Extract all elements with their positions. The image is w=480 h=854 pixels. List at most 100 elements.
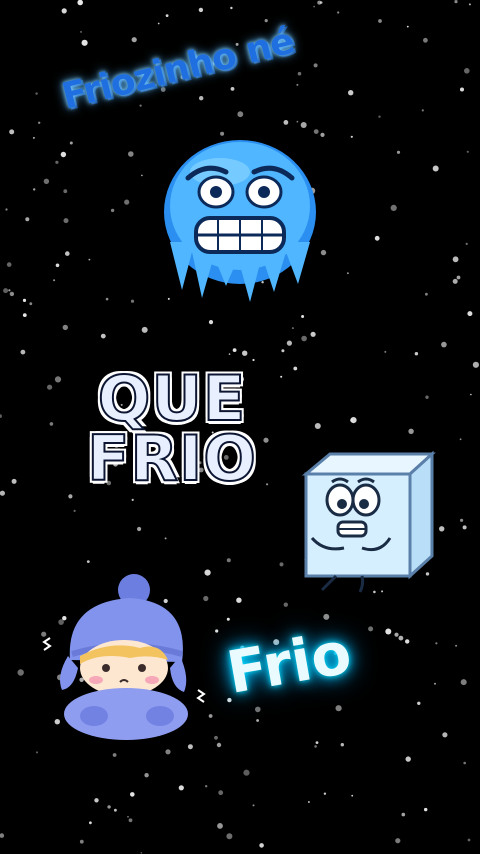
snowflake — [80, 30, 82, 33]
snowflake — [259, 843, 264, 848]
snowflake — [283, 120, 289, 125]
snowflake — [320, 132, 325, 137]
snowflake — [320, 249, 327, 256]
snowflake — [130, 792, 135, 797]
snowflake — [462, 525, 467, 530]
snowflake — [468, 3, 471, 6]
snowflake — [68, 494, 73, 499]
snowflake — [164, 537, 167, 540]
snowflake — [441, 341, 447, 348]
snowflake — [236, 597, 242, 603]
snowflake — [230, 6, 233, 10]
snowflake — [464, 68, 470, 74]
snowflake — [254, 706, 261, 713]
snowflake — [237, 111, 244, 118]
snowflake — [280, 375, 283, 378]
snowflake — [230, 87, 235, 91]
snowflake — [3, 288, 9, 294]
snowflake — [263, 437, 269, 443]
snowflake — [53, 279, 56, 282]
snowflake — [396, 150, 401, 154]
snowflake — [472, 361, 479, 368]
snowflake — [163, 598, 168, 604]
snowflake — [216, 742, 222, 748]
snowflake — [141, 174, 143, 177]
snowflake — [373, 590, 376, 594]
snowflake — [33, 188, 36, 191]
snowflake — [425, 395, 429, 399]
snowflake — [323, 613, 330, 620]
snowflake — [417, 701, 421, 705]
snowflake — [405, 756, 411, 762]
snowflake — [220, 131, 225, 136]
snowflake — [351, 794, 354, 797]
snowflake — [55, 263, 60, 268]
snowflake — [11, 478, 17, 484]
snowflake — [432, 165, 439, 172]
snowflake — [139, 104, 142, 107]
snowflake — [252, 804, 255, 807]
snowflake — [435, 642, 438, 645]
snowflake — [340, 743, 344, 747]
snowflake — [307, 801, 310, 803]
snowflake — [374, 235, 380, 241]
snowflake — [264, 19, 268, 23]
snowflake — [283, 602, 288, 607]
snowflake — [165, 14, 169, 17]
snowflake — [466, 150, 469, 153]
snowflake — [390, 204, 397, 211]
snowflake — [467, 311, 473, 317]
snowflake — [137, 526, 142, 532]
snowflake — [406, 25, 409, 28]
snowflake — [29, 302, 33, 306]
snowflake — [323, 792, 327, 795]
snowflake — [218, 790, 224, 796]
snowflake — [89, 821, 92, 825]
snowflake — [337, 11, 340, 14]
snowflake — [314, 423, 321, 429]
snowflake — [455, 644, 458, 647]
snowflake — [187, 744, 193, 750]
snowflake — [286, 340, 292, 346]
snowflake — [423, 37, 428, 43]
snowflake — [226, 833, 233, 840]
snowflake — [205, 785, 208, 788]
snowflake — [65, 251, 70, 256]
snowflake — [398, 635, 404, 641]
snowflake — [317, 0, 322, 5]
snowflake — [314, 745, 317, 748]
snowflake — [88, 258, 91, 261]
snowflake — [49, 422, 54, 426]
snowflake — [385, 628, 392, 635]
snowflake — [293, 366, 298, 371]
snowflake — [62, 324, 68, 331]
snowflake — [401, 812, 406, 817]
snowflake — [378, 115, 381, 118]
snowflake — [456, 275, 461, 280]
snowflake — [124, 199, 130, 205]
snowflake — [296, 120, 299, 123]
snowflake — [452, 256, 459, 263]
snowflake — [425, 292, 428, 296]
snowflake — [127, 816, 129, 818]
snowflake — [252, 358, 255, 362]
snowflake — [73, 509, 76, 512]
snowflake — [38, 121, 41, 125]
snowflake — [405, 639, 410, 644]
snowflake — [36, 751, 38, 754]
snowflake — [421, 109, 424, 112]
snowflake — [310, 331, 316, 337]
snowflake — [105, 297, 109, 301]
snowflake — [243, 769, 250, 776]
snowflake — [62, 616, 67, 621]
snowflake — [9, 129, 15, 135]
snowflake — [335, 705, 342, 712]
snowflake — [467, 838, 471, 842]
snowflake — [208, 320, 214, 325]
snowflake — [32, 136, 35, 139]
sticker-frio-line: FRIO — [86, 421, 257, 496]
snowflake — [300, 122, 307, 128]
snowflake — [100, 333, 106, 339]
snowflake — [131, 498, 134, 501]
snowflake — [69, 141, 73, 145]
